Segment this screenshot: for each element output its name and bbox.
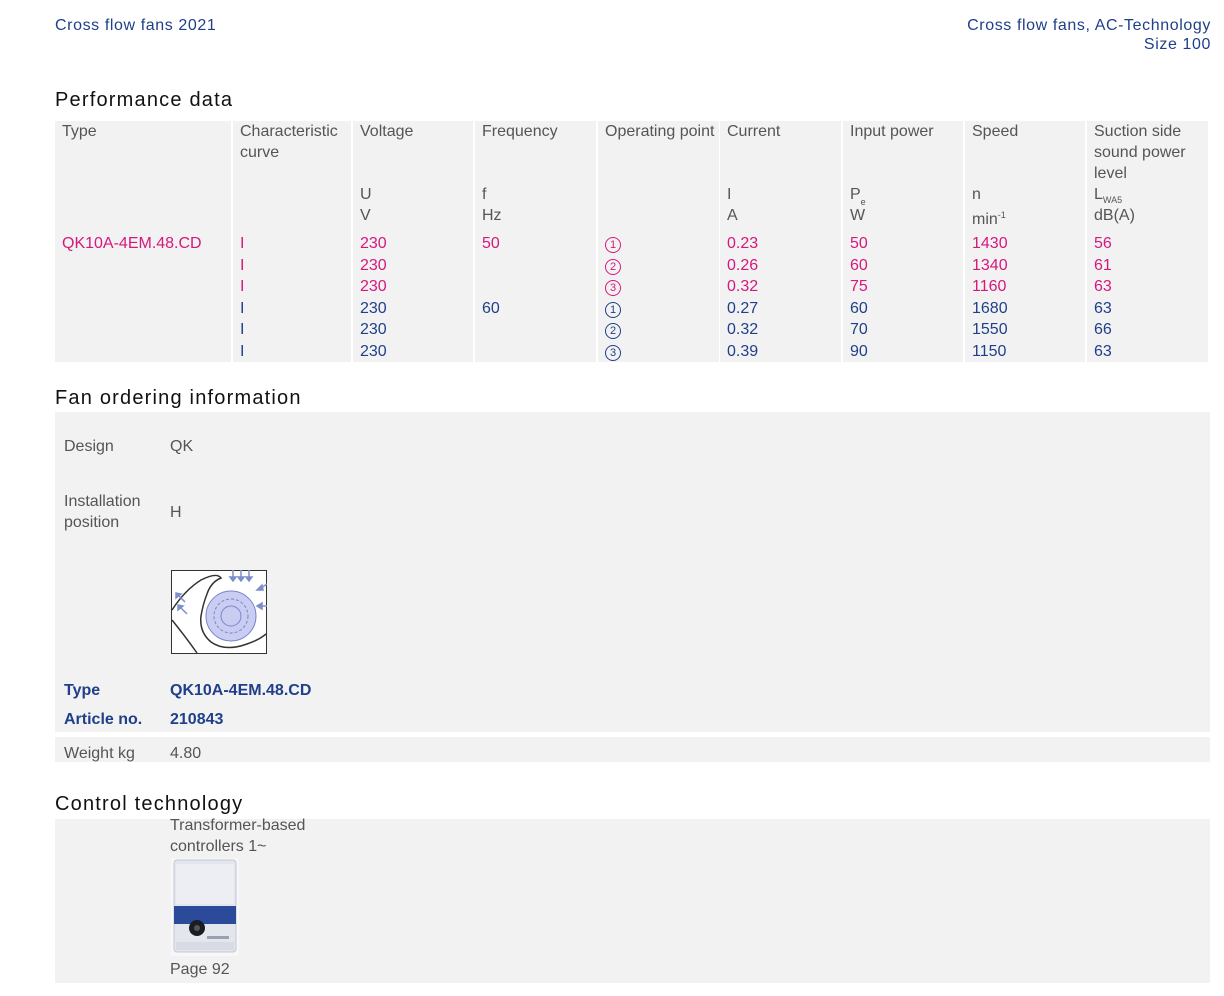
cell-type: QK10A-4EM.48.CD xyxy=(55,233,231,255)
col-current: Current I A xyxy=(720,121,841,233)
cell-power: 60 xyxy=(843,254,963,276)
cell-op-point: 3 xyxy=(598,276,719,298)
cell-speed: 1430 xyxy=(965,233,1085,255)
cell-speed: 1680 xyxy=(965,297,1085,319)
weight-row: Weight kg 4.80 xyxy=(55,737,1210,762)
cell-current: 0.23 xyxy=(720,233,841,255)
control-title: Control technology xyxy=(55,793,244,815)
cell-power: 70 xyxy=(843,319,963,341)
cell-frequency xyxy=(475,254,596,276)
type-value: QK10A-4EM.48.CD xyxy=(170,682,312,699)
article-value: 210843 xyxy=(170,711,224,728)
cell-speed: 1340 xyxy=(965,254,1085,276)
performance-table: Type Characteristic curve Voltage U V Fr… xyxy=(55,121,1208,362)
ordering-title: Fan ordering information xyxy=(55,387,302,409)
type-label: Type xyxy=(64,682,101,699)
cell-voltage: 230 xyxy=(353,276,473,298)
header-right-title: Cross flow fans, AC-Technology xyxy=(967,17,1211,34)
cell-frequency xyxy=(475,340,596,362)
cell-speed: 1150 xyxy=(965,340,1085,362)
cell-voltage: 230 xyxy=(353,233,473,255)
cell-power: 75 xyxy=(843,276,963,298)
controller-product-image xyxy=(171,858,239,956)
controller-page-link[interactable]: Page 92 xyxy=(170,959,230,980)
col-sound: Suction side sound power level LWA5 dB(A… xyxy=(1087,121,1208,233)
cell-current: 0.27 xyxy=(720,297,841,319)
col-op-point: Operating point xyxy=(598,121,719,233)
col-type: Type xyxy=(55,121,231,233)
cell-curve: I xyxy=(233,254,351,276)
performance-title: Performance data xyxy=(55,89,234,111)
cell-type xyxy=(55,297,231,319)
control-panel: Transformer-based controllers 1~ Page 92 xyxy=(55,817,1210,983)
cell-op-point: 2 xyxy=(598,254,719,276)
cell-type xyxy=(55,340,231,362)
cell-frequency xyxy=(475,319,596,341)
installation-value: H xyxy=(170,504,182,521)
weight-label: Weight kg xyxy=(64,745,135,762)
cell-type xyxy=(55,254,231,276)
col-voltage: Voltage U V xyxy=(353,121,473,233)
design-label: Design xyxy=(64,438,114,455)
table-row: QK10A-4EM.48.CD I 230 50 1 0.23 50 1430 56 xyxy=(55,233,1208,255)
table-row: I 230 3 0.32 75 1160 63 xyxy=(55,276,1208,298)
cell-sound: 63 xyxy=(1087,276,1208,298)
design-value: QK xyxy=(170,438,194,455)
cell-curve: I xyxy=(233,297,351,319)
header-right-size: Size 100 xyxy=(1143,36,1211,53)
cell-power: 60 xyxy=(843,297,963,319)
cell-op-point: 3 xyxy=(598,340,719,362)
cell-current: 0.39 xyxy=(720,340,841,362)
cell-sound: 61 xyxy=(1087,254,1208,276)
cell-frequency xyxy=(475,276,596,298)
cell-curve: I xyxy=(233,319,351,341)
fan-installation-diagram xyxy=(171,570,267,654)
col-speed: Speed n min-1 xyxy=(965,121,1085,233)
cell-curve: I xyxy=(233,276,351,298)
ordering-panel: Design QK Installation position H Type Q… xyxy=(55,412,1210,732)
cell-current: 0.26 xyxy=(720,254,841,276)
cell-frequency: 60 xyxy=(475,297,596,319)
header-left: Cross flow fans 2021 xyxy=(55,17,217,34)
article-label: Article no. xyxy=(64,711,143,728)
installation-label: Installation position xyxy=(64,493,141,531)
cell-sound: 56 xyxy=(1087,233,1208,255)
cell-power: 90 xyxy=(843,340,963,362)
header-right: Cross flow fans, AC-Technology Size 100 xyxy=(967,16,1211,54)
cell-voltage: 230 xyxy=(353,297,473,319)
cell-speed: 1160 xyxy=(965,276,1085,298)
cell-current: 0.32 xyxy=(720,319,841,341)
cell-frequency: 50 xyxy=(475,233,596,255)
cell-voltage: 230 xyxy=(353,340,473,362)
table-row: I 230 60 1 0.27 60 1680 63 xyxy=(55,297,1208,319)
cell-curve: I xyxy=(233,340,351,362)
cell-sound: 66 xyxy=(1087,319,1208,341)
cell-sound: 63 xyxy=(1087,340,1208,362)
table-row: I 230 2 0.32 70 1550 66 xyxy=(55,319,1208,341)
col-frequency: Frequency f Hz xyxy=(475,121,596,233)
performance-rows: QK10A-4EM.48.CD I 230 50 1 0.23 50 1430 56 I 230 2 0… xyxy=(55,233,1208,362)
weight-value: 4.80 xyxy=(170,745,202,762)
cell-voltage: 230 xyxy=(353,254,473,276)
performance-header-row: Type Characteristic curve Voltage U V Fr… xyxy=(55,121,1208,233)
cell-sound: 63 xyxy=(1087,297,1208,319)
table-row: I 230 3 0.39 90 1150 63 xyxy=(55,340,1208,362)
controller-description: Transformer-based controllers 1~ xyxy=(170,817,306,855)
cell-curve: I xyxy=(233,233,351,255)
col-curve: Characteristic curve xyxy=(233,121,351,233)
cell-power: 50 xyxy=(843,233,963,255)
table-row: I 230 2 0.26 60 1340 61 xyxy=(55,254,1208,276)
cell-current: 0.32 xyxy=(720,276,841,298)
cell-type xyxy=(55,319,231,341)
col-power: Input power Pe W xyxy=(843,121,963,233)
cell-op-point: 1 xyxy=(598,297,719,319)
cell-op-point: 2 xyxy=(598,319,719,341)
cell-voltage: 230 xyxy=(353,319,473,341)
cell-op-point: 1 xyxy=(598,233,719,255)
cell-speed: 1550 xyxy=(965,319,1085,341)
cell-type xyxy=(55,276,231,298)
